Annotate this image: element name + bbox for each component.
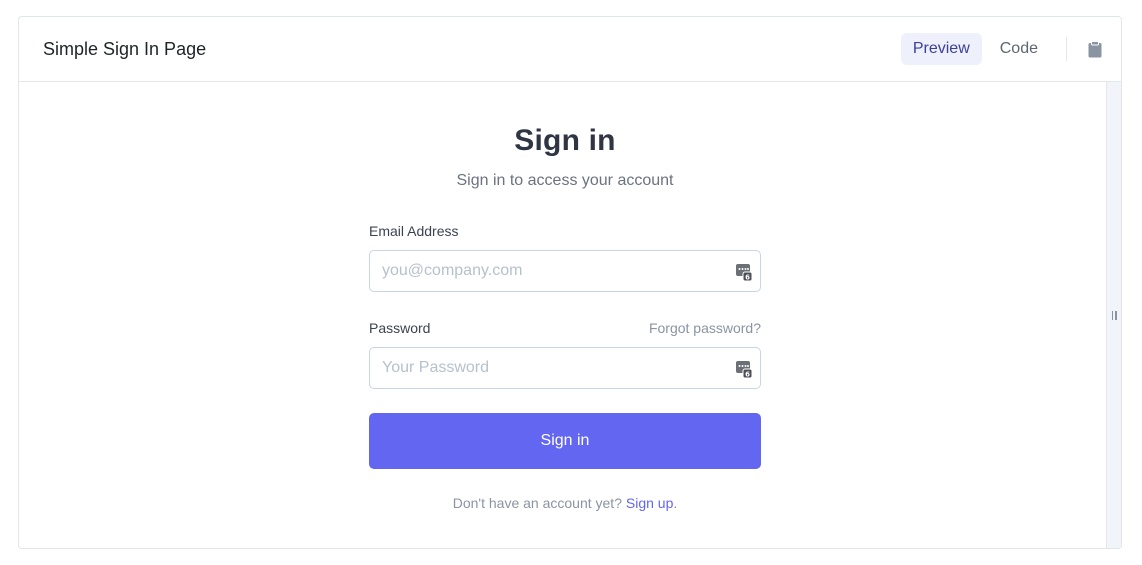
email-field-wrapper: 6 bbox=[369, 250, 761, 292]
svg-text:6: 6 bbox=[745, 371, 750, 379]
page-title: Simple Sign In Page bbox=[43, 38, 207, 59]
preview-area: Sign in Sign in to access your account E… bbox=[19, 82, 1121, 548]
sign-in-button[interactable]: Sign in bbox=[369, 413, 761, 469]
tab-code[interactable]: Code bbox=[988, 33, 1050, 65]
svg-text:6: 6 bbox=[745, 274, 750, 282]
signup-suffix: . bbox=[673, 495, 678, 511]
resize-handle[interactable] bbox=[1106, 82, 1121, 548]
header-actions: Preview Code bbox=[895, 33, 1103, 65]
email-field[interactable] bbox=[370, 251, 760, 291]
sign-in-card: Sign in Sign in to access your account E… bbox=[369, 82, 761, 511]
password-field-wrapper: 6 bbox=[369, 347, 761, 389]
password-manager-key-icon[interactable]: 6 bbox=[736, 263, 752, 281]
password-field[interactable] bbox=[370, 348, 760, 388]
password-label-row: Password Forgot password? bbox=[369, 319, 761, 337]
sign-in-subheading: Sign in to access your account bbox=[456, 172, 674, 189]
password-label: Password bbox=[369, 320, 431, 336]
preview-header: Simple Sign In Page Preview Code bbox=[19, 17, 1121, 82]
header-divider bbox=[1066, 37, 1067, 61]
forgot-password-link[interactable]: Forgot password? bbox=[649, 320, 761, 336]
sign-in-heading: Sign in bbox=[514, 124, 616, 157]
email-label-row: Email Address bbox=[369, 222, 761, 240]
resize-grip-icon bbox=[1111, 310, 1117, 320]
password-manager-key-icon[interactable]: 6 bbox=[736, 360, 752, 378]
sign-up-link[interactable]: Sign up bbox=[626, 495, 673, 511]
component-preview-frame: Simple Sign In Page Preview Code Sign in… bbox=[18, 16, 1122, 549]
email-label: Email Address bbox=[369, 223, 459, 239]
signup-prompt-text: Don't have an account yet? bbox=[452, 495, 626, 511]
tab-preview[interactable]: Preview bbox=[900, 33, 982, 65]
signup-prompt: Don't have an account yet? Sign up. bbox=[369, 495, 761, 511]
clipboard-icon[interactable] bbox=[1087, 39, 1103, 59]
